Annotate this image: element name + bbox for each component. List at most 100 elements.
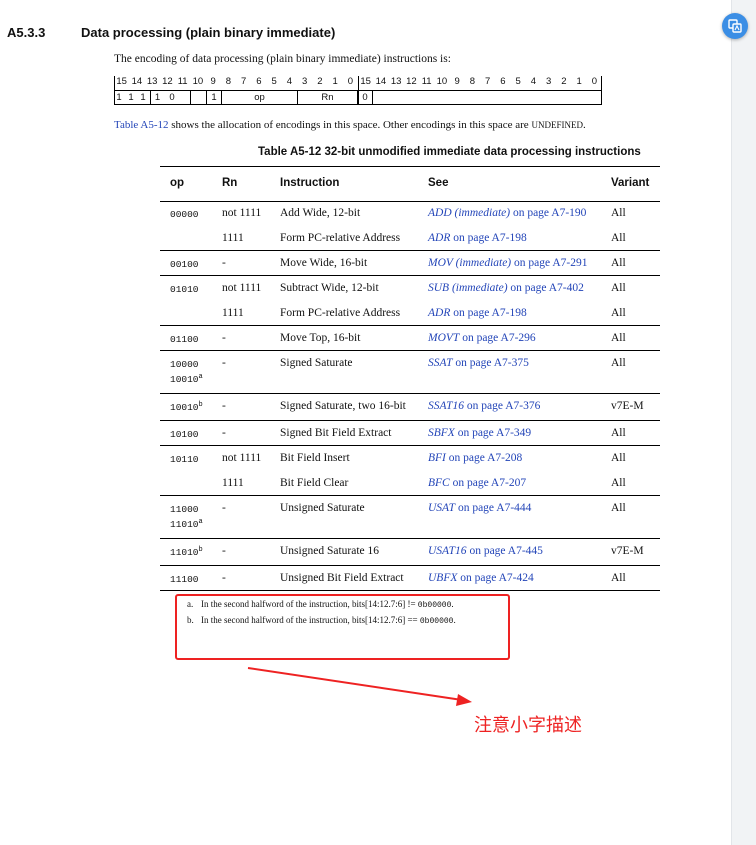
bit-number: 6 bbox=[500, 76, 506, 87]
bit-number: 14 bbox=[131, 76, 143, 87]
bit-number: 11 bbox=[177, 76, 188, 87]
table-row: 10010b - Signed Saturate, two 16-bit SSAT16… bbox=[160, 394, 660, 421]
cell-instruction: Form PC-relative Address bbox=[280, 232, 401, 244]
cell-rn: - bbox=[222, 572, 226, 584]
cell-instruction: Form PC-relative Address bbox=[280, 307, 401, 319]
enc-field: 1 bbox=[140, 92, 146, 103]
bit-number: 15 bbox=[116, 76, 127, 87]
cell-see-link[interactable]: MOV (immediate) on page A7-291 bbox=[428, 257, 587, 269]
cell-op: 10100 bbox=[170, 429, 199, 441]
table-row: 1111 Bit Field Clear BFC on page A7-207 All bbox=[160, 471, 660, 496]
bit-number: 3 bbox=[301, 76, 308, 87]
col-header-instruction: Instruction bbox=[280, 177, 340, 189]
cell-see-link[interactable]: ADR on page A7-198 bbox=[428, 232, 527, 244]
cell-op: 10010b bbox=[170, 401, 203, 414]
cell-variant: All bbox=[611, 232, 626, 244]
cell-variant: All bbox=[611, 307, 626, 319]
cell-see-link[interactable]: USAT on page A7-444 bbox=[428, 502, 531, 514]
cell-variant: v7E-M bbox=[611, 400, 644, 412]
enc-field: 0 bbox=[169, 92, 175, 103]
enc-field: 0 bbox=[357, 91, 372, 104]
table-caption: Table A5-12 32-bit unmodified immediate … bbox=[258, 146, 641, 158]
table-row: 11010b - Unsigned Saturate 16 USAT16 on pag… bbox=[160, 539, 660, 566]
cell-rn: not 1111 bbox=[222, 452, 262, 464]
enc-field-rn: Rn bbox=[297, 91, 357, 104]
bit-number: 5 bbox=[515, 76, 521, 87]
cell-rn: 1111 bbox=[222, 307, 244, 319]
bit-number: 1 bbox=[332, 76, 338, 87]
bit-number: 14 bbox=[375, 76, 387, 87]
cell-rn: - bbox=[222, 332, 226, 344]
cell-instruction: Unsigned Saturate 16 bbox=[280, 545, 380, 557]
cell-op: 01100 bbox=[170, 334, 199, 346]
intro-text: The encoding of data processing (plain b… bbox=[114, 53, 451, 65]
table-row: 10100 - Signed Bit Field Extract SBFX on pa… bbox=[160, 421, 660, 446]
table-row: 10000 10010a - Signed Saturate SSAT on page … bbox=[160, 351, 660, 394]
table-row: 01100 - Move Top, 16-bit MOVT on page A7-29… bbox=[160, 326, 660, 351]
enc-border bbox=[114, 76, 115, 104]
cell-variant: All bbox=[611, 452, 626, 464]
table-row: 00100 - Move Wide, 16-bit MOV (immediate) o… bbox=[160, 251, 660, 276]
cell-rn: - bbox=[222, 400, 226, 412]
bit-number: 3 bbox=[545, 76, 552, 87]
bit-number: 2 bbox=[561, 76, 567, 87]
cell-rn: - bbox=[222, 427, 226, 439]
cell-see-link[interactable]: BFC on page A7-207 bbox=[428, 477, 526, 489]
cell-see-link[interactable]: UBFX on page A7-424 bbox=[428, 572, 534, 584]
cell-instruction: Bit Field Clear bbox=[280, 477, 349, 489]
cell-see-link[interactable]: ADR on page A7-198 bbox=[428, 307, 527, 319]
enc-field: 1 bbox=[150, 91, 164, 104]
cell-see-link[interactable]: ADD (immediate) on page A7-190 bbox=[428, 207, 586, 219]
cell-instruction: Signed Saturate bbox=[280, 357, 353, 369]
bit-number: 8 bbox=[225, 76, 232, 87]
cell-see-link[interactable]: BFI on page A7-208 bbox=[428, 452, 522, 464]
cell-op: 10110 bbox=[170, 454, 199, 466]
cell-see-link[interactable]: SUB (immediate) on page A7-402 bbox=[428, 282, 584, 294]
table-link[interactable]: Table A5-12 bbox=[114, 119, 169, 131]
table-row: 11000 11010a - Unsigned Saturate USAT on pag… bbox=[160, 496, 660, 539]
cell-see-link[interactable]: SSAT on page A7-375 bbox=[428, 357, 529, 369]
bit-number: 8 bbox=[469, 76, 476, 87]
cell-variant: All bbox=[611, 282, 626, 294]
enc-field-op: op bbox=[221, 91, 297, 104]
table-row: 11100 - Unsigned Bit Field Extract UBFX on … bbox=[160, 566, 660, 591]
highlight-box bbox=[175, 594, 510, 660]
cell-instruction: Move Top, 16-bit bbox=[280, 332, 361, 344]
cell-rn: - bbox=[222, 545, 226, 557]
bit-number: 9 bbox=[210, 76, 216, 87]
annotation-note: 注意小字描述 bbox=[474, 715, 582, 736]
cell-see-link[interactable]: SBFX on page A7-349 bbox=[428, 427, 531, 439]
bit-number: 11 bbox=[421, 76, 432, 87]
cell-instruction: Move Wide, 16-bit bbox=[280, 257, 368, 269]
side-panel-strip bbox=[731, 0, 756, 845]
cell-instruction: Unsigned Saturate bbox=[280, 502, 365, 514]
cell-variant: All bbox=[611, 477, 626, 489]
cell-variant: v7E-M bbox=[611, 545, 644, 557]
bit-number: 4 bbox=[530, 76, 537, 87]
cell-see-link[interactable]: USAT16 on page A7-445 bbox=[428, 545, 543, 557]
cell-op2: 10010a bbox=[170, 373, 203, 386]
bit-number: 6 bbox=[256, 76, 262, 87]
enc-field bbox=[372, 91, 602, 104]
cell-see-link[interactable]: SSAT16 on page A7-376 bbox=[428, 400, 540, 412]
enc-field: 1 bbox=[116, 92, 122, 103]
cell-op2: 11010a bbox=[170, 518, 203, 531]
cell-rn: not 1111 bbox=[222, 282, 262, 294]
cell-variant: All bbox=[611, 257, 626, 269]
cell-rn: - bbox=[222, 257, 226, 269]
table-row: 01010 not 1111 Subtract Wide, 12-bit SUB (i… bbox=[160, 276, 660, 301]
cell-instruction: Unsigned Bit Field Extract bbox=[280, 572, 404, 584]
bit-number: 13 bbox=[146, 76, 158, 87]
cell-instruction: Signed Bit Field Extract bbox=[280, 427, 392, 439]
cell-op: 01010 bbox=[170, 284, 199, 296]
bit-number: 7 bbox=[484, 76, 491, 87]
translate-button[interactable] bbox=[722, 13, 748, 39]
cell-instruction: Add Wide, 12-bit bbox=[280, 207, 361, 219]
bit-number: 5 bbox=[271, 76, 277, 87]
bit-number: 4 bbox=[286, 76, 293, 87]
row-divider bbox=[160, 590, 660, 591]
bit-number: 10 bbox=[192, 76, 204, 87]
cell-see-link[interactable]: MOVT on page A7-296 bbox=[428, 332, 536, 344]
enc-border bbox=[601, 76, 602, 104]
cell-rn: 1111 bbox=[222, 232, 244, 244]
